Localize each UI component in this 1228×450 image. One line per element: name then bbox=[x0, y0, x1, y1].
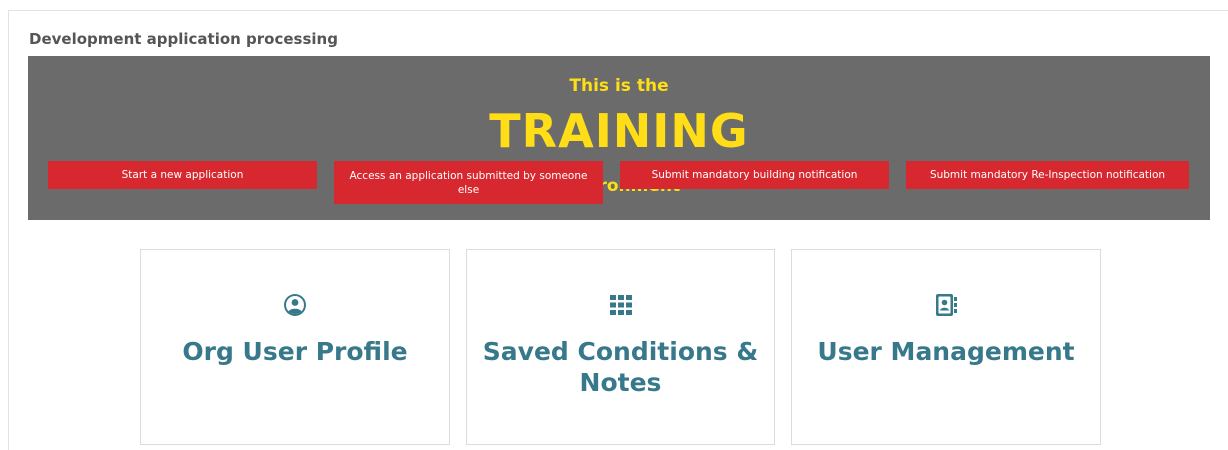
training-banner: This is the TRAINING Environment bbox=[28, 56, 1210, 220]
card-org-user-profile[interactable]: Org User Profile bbox=[140, 249, 450, 445]
submit-building-notification-button[interactable]: Submit mandatory building notification bbox=[620, 161, 889, 189]
address-book-icon bbox=[792, 292, 1100, 318]
submit-reinspection-notification-button[interactable]: Submit mandatory Re-Inspection notificat… bbox=[906, 161, 1189, 189]
grid-icon bbox=[467, 292, 774, 318]
card-saved-conditions-notes[interactable]: Saved Conditions & Notes bbox=[466, 249, 775, 445]
section-title: Development application processing bbox=[29, 30, 338, 48]
banner-line-1: This is the bbox=[569, 76, 669, 96]
card-user-management[interactable]: User Management bbox=[791, 249, 1101, 445]
user-circle-icon bbox=[141, 292, 449, 318]
card-title: Saved Conditions & Notes bbox=[482, 337, 759, 397]
card-title: User Management bbox=[817, 337, 1075, 366]
start-new-application-button[interactable]: Start a new application bbox=[48, 161, 317, 189]
banner-line-2: TRAINING bbox=[489, 104, 749, 158]
card-title: Org User Profile bbox=[182, 337, 408, 366]
access-application-button[interactable]: Access an application submitted by someo… bbox=[334, 161, 603, 204]
